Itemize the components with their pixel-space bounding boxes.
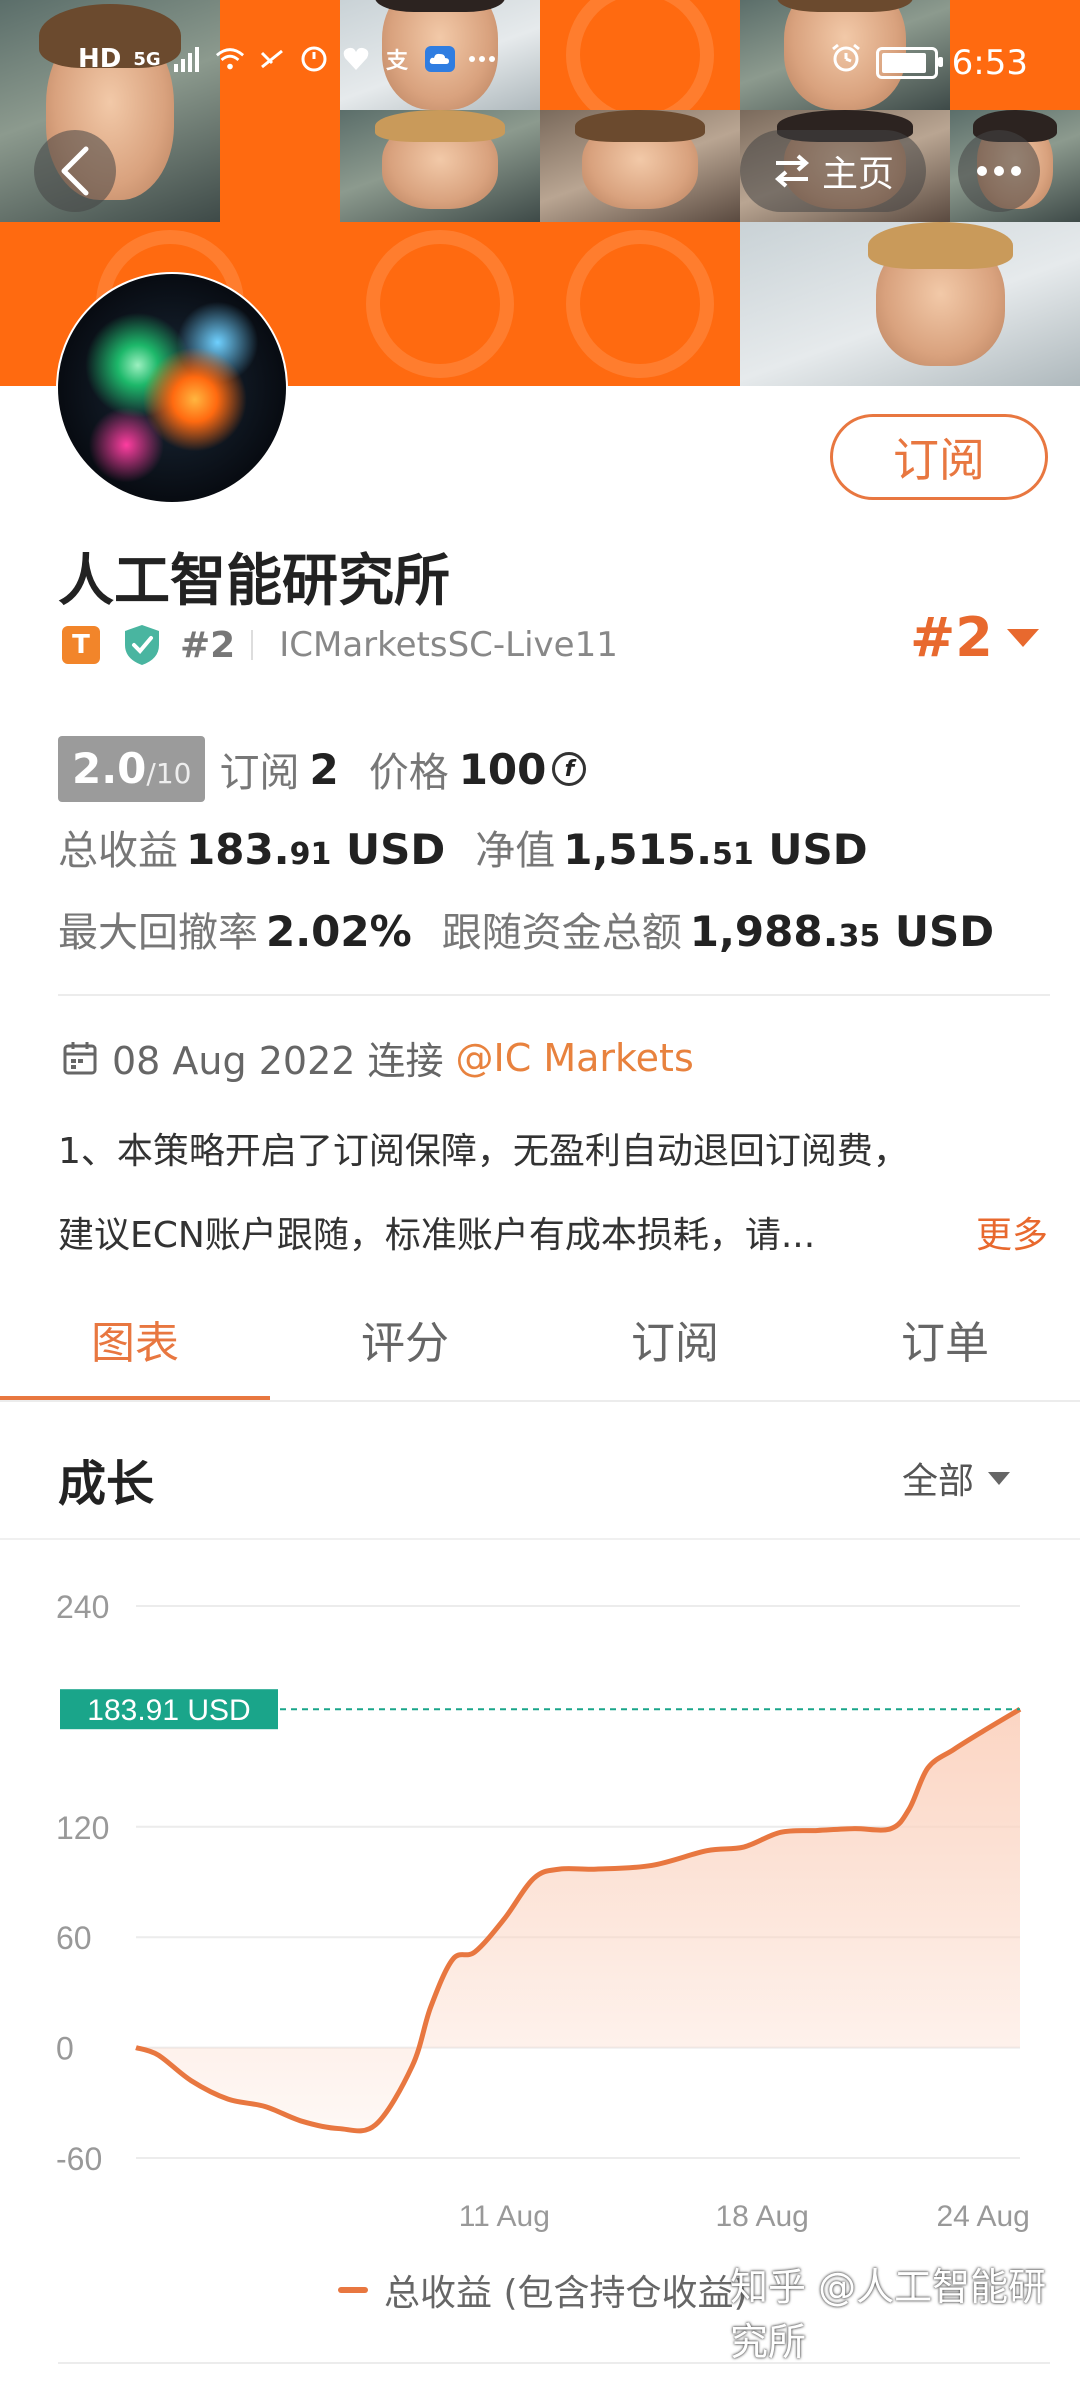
chart-legend: 总收益 (包含持仓收益) bbox=[338, 2264, 748, 2316]
broker-link[interactable]: @IC Markets bbox=[456, 1036, 694, 1080]
legend-swatch bbox=[338, 2287, 368, 2293]
subscribe-count-label: 订阅 bbox=[219, 750, 300, 796]
dot bbox=[977, 166, 987, 176]
signal-icon bbox=[173, 44, 203, 74]
more-notifications-icon bbox=[467, 44, 497, 74]
description-line: 建议ECN账户跟随，标准账户有成本损耗，请... 更多 bbox=[58, 1194, 1048, 1278]
follow-funds-label: 跟随资金总额 bbox=[441, 910, 682, 956]
strategy-description: 1、本策略开启了订阅保障，无盈利自动退回订阅费， 建议ECN账户跟随，标准账户有… bbox=[58, 1110, 1048, 1278]
health-icon bbox=[341, 44, 371, 74]
more-options-button[interactable] bbox=[958, 130, 1040, 212]
y-tick-label: -60 bbox=[56, 2141, 102, 2177]
alarm-icon bbox=[830, 42, 862, 83]
section-title: 成长 bbox=[58, 1456, 155, 1512]
connection-info: 08 Aug 2022 连接 @IC Markets bbox=[62, 1030, 694, 1085]
status-bar: HD 5G 支 6:53 bbox=[0, 0, 1080, 130]
equity-value: 1,515.51 USD bbox=[563, 825, 868, 874]
caret-down-icon bbox=[988, 1471, 1011, 1485]
range-label: 全部 bbox=[902, 1461, 975, 1502]
network-5g-indicator: 5G bbox=[133, 48, 161, 70]
series-area bbox=[136, 1709, 1020, 2131]
home-label: 主页 bbox=[821, 154, 894, 195]
account-server: ICMarketsSC-Live11 bbox=[279, 625, 618, 665]
tab-rating[interactable]: 评分 bbox=[270, 1276, 540, 1402]
score-badge: 2.0 /10 bbox=[58, 736, 206, 802]
connection-date: 08 Aug 2022 连接 bbox=[112, 1039, 444, 1083]
status-right: 6:53 bbox=[830, 42, 1028, 83]
tag-divider bbox=[251, 630, 254, 660]
avatar[interactable] bbox=[56, 272, 288, 504]
timer-icon bbox=[299, 44, 329, 74]
current-value-label: 183.91 USD bbox=[87, 1694, 250, 1727]
clock-time: 6:53 bbox=[951, 42, 1028, 83]
coin-icon: f bbox=[552, 752, 587, 786]
growth-chart: 240 120 60 0 -60 11 Aug 18 Aug 24 Aug 183.91 USD bbox=[56, 1589, 1030, 2233]
score-value: 2.0 bbox=[72, 744, 147, 793]
tab-divider bbox=[0, 1400, 1080, 1402]
back-button[interactable] bbox=[34, 130, 116, 212]
range-selector[interactable]: 全部 bbox=[902, 1452, 1011, 1504]
rank-label: #2 bbox=[180, 624, 236, 666]
stats-row-drawdown: 最大回撤率 2.02% 跟随资金总额 1,988.35 USD bbox=[58, 900, 994, 958]
max-drawdown-label: 最大回撤率 bbox=[58, 910, 258, 956]
y-tick-label: 0 bbox=[56, 2031, 74, 2067]
banner-orange-tile bbox=[340, 222, 540, 386]
y-tick-label: 240 bbox=[56, 1589, 109, 1625]
no-disturb-icon bbox=[257, 44, 287, 74]
wifi-icon bbox=[215, 44, 245, 74]
dot bbox=[1011, 166, 1021, 176]
calendar-icon bbox=[63, 1041, 97, 1074]
stats-row-profit: 总收益 183.91 USD 净值 1,515.51 USD bbox=[58, 818, 868, 876]
description-line: 1、本策略开启了订阅保障，无盈利自动退回订阅费， bbox=[58, 1131, 909, 1172]
follow-funds-value: 1,988.35 USD bbox=[689, 907, 995, 956]
banner-orange-tile bbox=[540, 222, 740, 386]
svg-text:支: 支 bbox=[386, 49, 409, 73]
legend-label: 总收益 (包含持仓收益) bbox=[384, 2273, 748, 2314]
swap-arrows-icon bbox=[774, 154, 810, 188]
trader-badge: T bbox=[62, 626, 100, 664]
profile-tags: T #2 ICMarketsSC-Live11 bbox=[62, 620, 618, 670]
max-drawdown-value: 2.02% bbox=[266, 907, 412, 956]
rank-value: #2 bbox=[910, 606, 993, 669]
alipay-icon: 支 bbox=[383, 44, 413, 74]
x-tick-label: 24 Aug bbox=[936, 2200, 1029, 2233]
divider bbox=[58, 994, 1050, 996]
home-button[interactable]: 主页 bbox=[740, 130, 926, 212]
caret-down-icon bbox=[1006, 628, 1039, 647]
y-tick-label: 60 bbox=[56, 1920, 92, 1956]
x-tick-label: 18 Aug bbox=[715, 2200, 808, 2233]
chevron-left-icon bbox=[61, 146, 89, 196]
more-link[interactable]: 更多 bbox=[976, 1194, 1048, 1278]
subscribe-button[interactable]: 订阅 bbox=[830, 414, 1048, 500]
divider bbox=[58, 2362, 1050, 2364]
battery-icon bbox=[875, 46, 943, 79]
total-profit-label: 总收益 bbox=[58, 828, 178, 874]
tab-subscribe[interactable]: 订阅 bbox=[540, 1276, 810, 1402]
stats-row-score: 2.0 /10 订阅 2 价格 100 f bbox=[58, 734, 587, 804]
subscribe-count: 2 bbox=[309, 744, 339, 794]
tab-chart[interactable]: 图表 bbox=[0, 1276, 270, 1402]
dot bbox=[994, 166, 1004, 176]
total-profit-value: 183.91 USD bbox=[186, 825, 446, 874]
tab-bar: 图表 评分 订阅 订单 bbox=[0, 1276, 1080, 1402]
price-value: 100 bbox=[458, 744, 547, 794]
price-label: 价格 bbox=[368, 750, 449, 796]
hd-indicator: HD bbox=[78, 44, 122, 74]
strategy-name: 人工智能研究所 bbox=[58, 549, 450, 614]
verified-shield-icon bbox=[125, 625, 159, 665]
tab-orders[interactable]: 订单 bbox=[810, 1276, 1080, 1402]
x-tick-label: 11 Aug bbox=[459, 2200, 550, 2233]
y-tick-label: 120 bbox=[56, 1810, 109, 1846]
equity-label: 净值 bbox=[475, 828, 556, 874]
rank-dropdown[interactable]: #2 bbox=[910, 606, 1039, 669]
banner-photo-woman-4 bbox=[740, 222, 1080, 386]
cloud-icon bbox=[424, 44, 455, 74]
status-left-icons: HD 5G 支 bbox=[78, 44, 497, 74]
watermark: 知乎 @人工智能研究所 bbox=[730, 2265, 1047, 2364]
score-max: /10 bbox=[146, 757, 192, 790]
